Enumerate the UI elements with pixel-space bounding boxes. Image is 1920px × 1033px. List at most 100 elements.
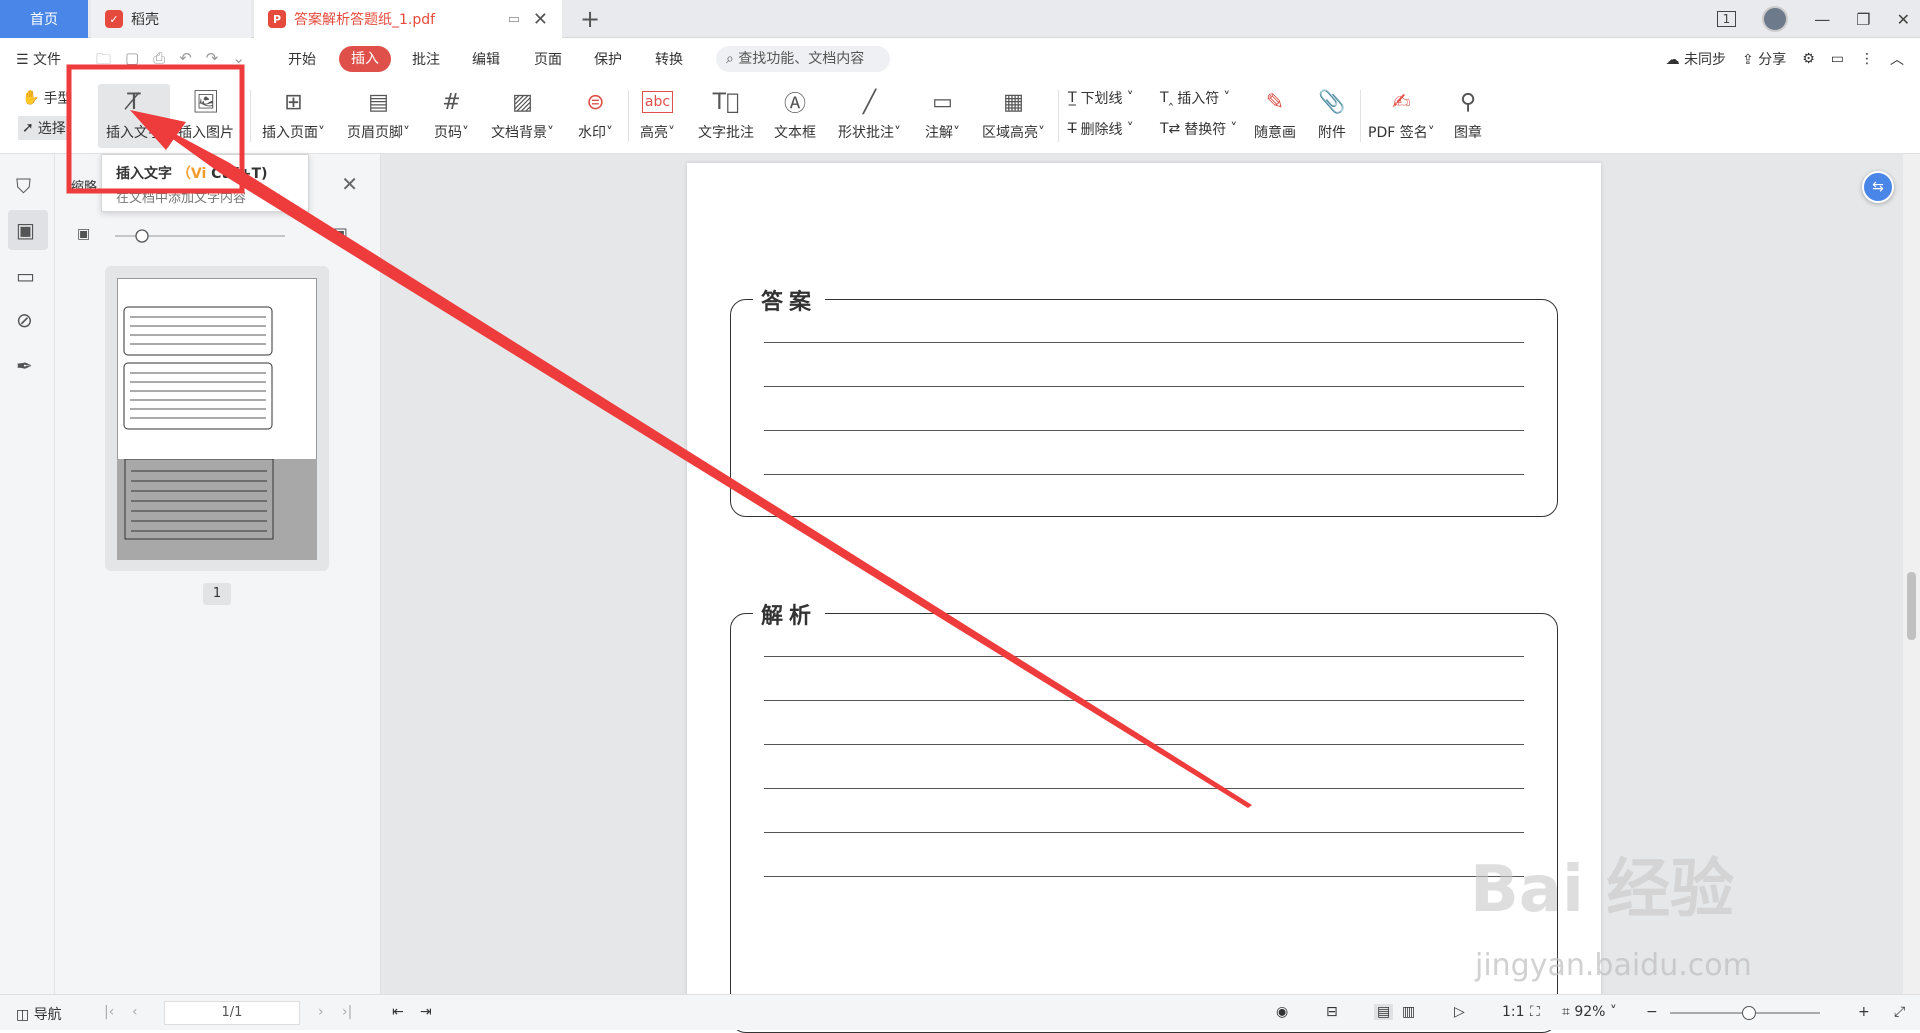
thumbnail-size-slider[interactable] [115, 225, 285, 247]
menu-insert[interactable]: 插入 [339, 46, 391, 72]
shape-comment-button[interactable]: ╱ 形状批注˅ [838, 84, 901, 142]
fit-page-icon[interactable]: ⛶ [1530, 1004, 1540, 1020]
search-input[interactable]: ⌕ 查找功能、文档内容 [716, 46, 890, 72]
vertical-scrollbar[interactable] [1903, 154, 1920, 994]
restore-icon[interactable]: ❐ [1856, 10, 1870, 29]
attachment-icon[interactable]: ⊘ [16, 308, 33, 332]
print-icon[interactable]: ⎙ [153, 49, 165, 74]
attachment-button[interactable]: 📎 附件 [1318, 84, 1346, 142]
insert-mark-button[interactable]: T‸ 插入符 ˅ [1160, 88, 1230, 108]
area-highlight-button[interactable]: ▦ 区域高亮˅ [982, 84, 1045, 142]
menu-protect[interactable]: 保护 [594, 49, 622, 69]
insert-text-button[interactable]: T̸ 插入文字 [98, 84, 170, 148]
sync-button[interactable]: ☁ 未同步 [1666, 49, 1726, 69]
pdf-page[interactable]: 答案 解析 [687, 163, 1601, 1033]
back-icon[interactable]: ⇤ [392, 1004, 404, 1020]
play-icon[interactable]: ▷ [1454, 1004, 1465, 1020]
scrollbar-thumb[interactable] [1907, 572, 1916, 640]
insert-image-button[interactable]: 🖼 插入图片 [178, 84, 234, 142]
textbox-button[interactable]: Ⓐ 文本框 [774, 84, 816, 142]
large-image-icon[interactable]: ▣ [331, 224, 348, 245]
stamp-button[interactable]: ⚲ 图章 [1454, 84, 1482, 142]
tab-pdf-document[interactable]: P 答案解析答题纸_1.pdf ▭ ✕ [254, 0, 562, 38]
annotation-button[interactable]: ▭ 注解˅ [925, 84, 960, 142]
select-tool-button[interactable]: ➚ 选择 [18, 116, 70, 140]
underline-button[interactable]: T̲ 下划线 ˅ [1068, 88, 1134, 108]
header-footer-button[interactable]: ▤ 页眉页脚˅ [347, 84, 410, 142]
image-icon: 🖼 [192, 89, 220, 115]
signature-icon[interactable]: ✒ [16, 354, 33, 378]
zoom-in-icon[interactable]: + [1858, 1004, 1870, 1020]
watermark-button[interactable]: ⊜ 水印˅ [578, 84, 613, 142]
highlight-icon: abc [641, 91, 674, 113]
settings-icon[interactable]: ⚙ [1802, 51, 1815, 67]
new-tab-button[interactable]: + [580, 5, 600, 33]
open-folder-icon[interactable]: 🗀 [96, 49, 111, 74]
translate-float-button[interactable]: ⇆ [1862, 171, 1894, 203]
tab-home[interactable]: 首页 [0, 0, 88, 38]
highlight-button[interactable]: abc 高亮˅ [640, 84, 675, 142]
menu-start[interactable]: 开始 [288, 49, 316, 69]
nav-toggle-button[interactable]: ◫ 导航 [16, 1004, 62, 1024]
page-number-input[interactable]: 1/1 [164, 1001, 300, 1025]
menu-annotate[interactable]: 批注 [412, 49, 440, 69]
feedback-icon[interactable]: ▭ [1831, 51, 1844, 67]
undo-icon[interactable]: ↶ [179, 49, 192, 74]
small-image-icon[interactable]: ▣ [77, 226, 90, 242]
zoom-slider-knob[interactable] [1742, 1006, 1756, 1020]
monitor-icon[interactable]: ▭ [508, 12, 520, 27]
more-icon[interactable]: ⋮ [1860, 51, 1874, 67]
close-icon[interactable]: ✕ [341, 172, 358, 196]
thumbnail-icon[interactable]: ▣ [16, 218, 35, 242]
bookmark-icon[interactable]: ⛉ [16, 174, 31, 198]
comment-icon[interactable]: ▭ [16, 264, 35, 288]
page-number-button[interactable]: # 页码˅ [434, 84, 469, 142]
actual-size-icon[interactable]: 1:1 [1502, 1004, 1525, 1020]
zoom-dropdown[interactable]: ⌗ 92% ˅ [1562, 1004, 1617, 1020]
tab-daoke[interactable]: ✓ 稻壳 [91, 0, 251, 38]
collapse-ribbon-icon[interactable]: ︿ [1890, 49, 1904, 69]
tab-daoke-label: 稻壳 [131, 12, 159, 28]
share-button[interactable]: ⇪ 分享 [1742, 49, 1786, 69]
doc-background-button[interactable]: ▨ 文档背景˅ [491, 84, 554, 142]
insert-image-label: 插入图片 [178, 125, 234, 141]
avatar[interactable] [1762, 6, 1789, 32]
tooltip-title: 插入文字 （Vi Ctrl+T) [116, 163, 294, 183]
tab-close-icon[interactable]: ✕ [533, 9, 548, 30]
last-page-icon[interactable]: ›| [342, 1004, 352, 1020]
fullscreen-icon[interactable]: ⤢ [1894, 1004, 1905, 1020]
next-page-icon[interactable]: › [318, 1004, 324, 1020]
minimize-icon[interactable]: — [1814, 10, 1830, 29]
forward-icon[interactable]: ⇥ [420, 1004, 432, 1020]
chevron-down-icon[interactable]: ⌄ [232, 49, 245, 74]
double-page-icon[interactable]: ▥ [1402, 1004, 1415, 1020]
prev-page-icon[interactable]: ‹ [132, 1004, 138, 1020]
page-indicator[interactable]: 1 [1716, 11, 1737, 27]
menu-page[interactable]: 页面 [534, 49, 562, 69]
attachment-label: 附件 [1318, 125, 1346, 141]
redo-icon[interactable]: ↷ [206, 49, 219, 74]
close-window-icon[interactable]: ✕ [1897, 10, 1910, 29]
header-footer-text: 页眉页脚 [347, 125, 403, 141]
zoom-out-icon[interactable]: − [1646, 1004, 1658, 1020]
single-page-icon[interactable]: ▤ [1374, 1004, 1394, 1020]
insert-page-button[interactable]: ⊞ 插入页面˅ [262, 84, 325, 142]
analysis-line [764, 700, 1524, 701]
daoke-logo-icon: ✓ [105, 10, 123, 28]
file-menu[interactable]: ☰ 文件 [16, 49, 61, 69]
textbox-icon: Ⓐ [783, 92, 806, 117]
pdf-sign-button[interactable]: ✍ PDF 签名˅ [1368, 84, 1435, 142]
eye-protection-icon[interactable]: ◉ [1276, 1004, 1288, 1020]
hand-tool-button[interactable]: ✋ 手型 [22, 88, 71, 108]
menu-edit[interactable]: 编辑 [472, 49, 500, 69]
text-comment-button[interactable]: T⃞ 文字批注 [698, 84, 754, 142]
save-icon[interactable]: ▢ [125, 49, 139, 74]
menu-convert[interactable]: 转换 [655, 49, 683, 69]
freehand-button[interactable]: ✎ 随意画 [1254, 84, 1296, 142]
strikethrough-button[interactable]: T̶ 删除线 ˅ [1068, 119, 1134, 139]
background-icon: ▨ [512, 89, 533, 115]
first-page-icon[interactable]: |‹ [104, 1004, 114, 1020]
fit-width-icon[interactable]: ⊟ [1326, 1004, 1338, 1020]
analysis-line [764, 832, 1524, 833]
replace-mark-button[interactable]: T⇄ 替换符 ˅ [1160, 119, 1237, 139]
